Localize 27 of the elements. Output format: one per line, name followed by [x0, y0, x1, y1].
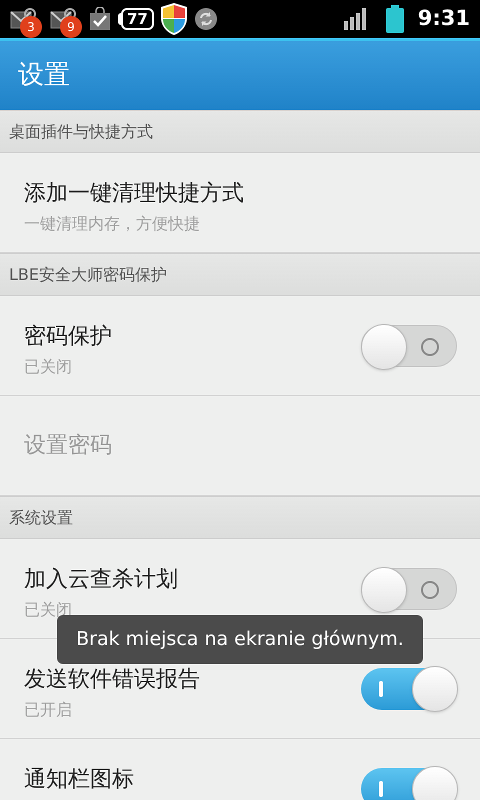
notification-badge: 9 — [60, 16, 82, 38]
setting-title: 加入云查杀计划 — [24, 566, 179, 594]
app-title: 设置 — [18, 59, 70, 92]
setting-title: 设置密码 — [24, 432, 113, 460]
clock-time: 9:31 — [418, 5, 470, 32]
toggle-switch[interactable] — [361, 668, 457, 710]
battery-level-icon: 77 — [118, 8, 154, 30]
section-header: LBE安全大师密码保护 — [0, 253, 480, 296]
settings-row[interactable]: 通知栏图标 — [0, 739, 480, 800]
message-toast: Brak miejsca na ekranie głównym. — [57, 615, 423, 664]
shield-icon — [160, 2, 188, 36]
battery-icon — [386, 5, 404, 33]
setting-summary: 一键清理内存，方便快捷 — [24, 213, 201, 235]
setting-title: 密码保护 — [24, 323, 113, 351]
setting-summary: 已开启 — [24, 699, 73, 721]
shopping-bag-check-icon — [88, 7, 112, 31]
settings-row[interactable]: 密码保护 已关闭 — [0, 296, 480, 396]
setting-title: 添加一键清理快捷方式 — [24, 180, 245, 208]
setting-summary: 已关闭 — [24, 356, 73, 378]
toggle-switch[interactable] — [361, 768, 457, 800]
setting-title: 通知栏图标 — [24, 766, 135, 794]
section-header: 桌面插件与快捷方式 — [0, 110, 480, 153]
setting-title: 发送软件错误报告 — [24, 666, 201, 694]
section-header: 系统设置 — [0, 496, 480, 539]
sync-icon — [194, 7, 218, 31]
notification-badge: 3 — [20, 16, 42, 38]
signal-icon — [344, 8, 368, 30]
